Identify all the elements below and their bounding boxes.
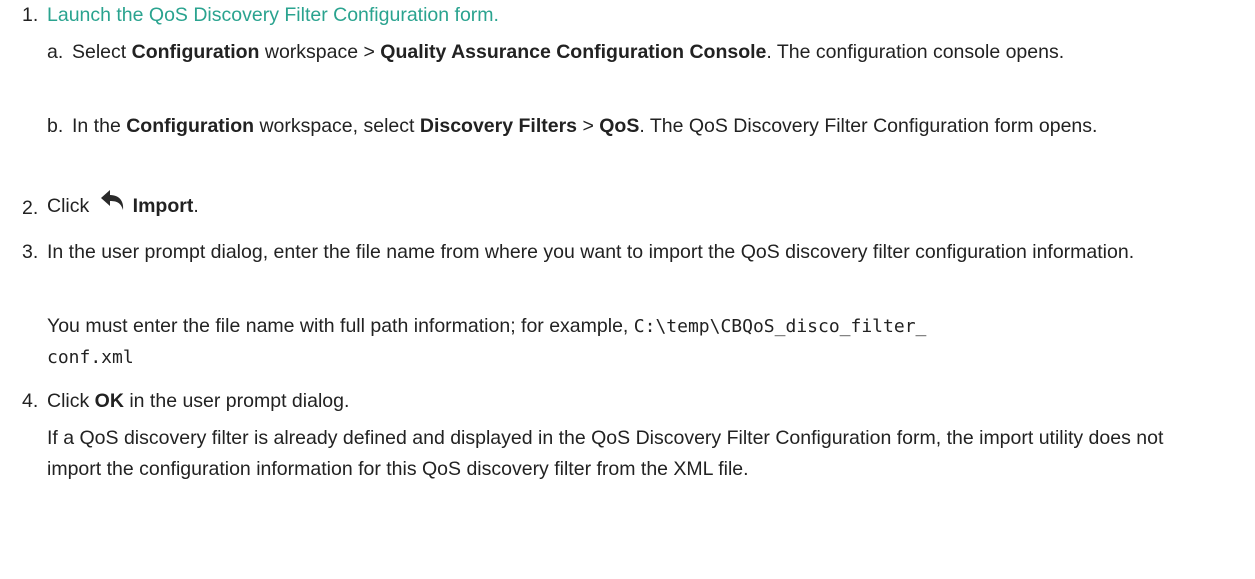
- ok-bold-label: OK: [94, 390, 124, 412]
- import-bold-label: Import: [132, 195, 194, 217]
- step-4-text-1: Click: [47, 390, 95, 412]
- substep-b-bold-discovery-filters: Discovery Filters: [419, 115, 578, 137]
- substep-a-bold-console: Quality Assurance Configuration Console: [380, 41, 767, 63]
- step-2-text: Click Import.: [47, 188, 1215, 222]
- substep-a-text-3: . The configuration console opens.: [766, 41, 1065, 63]
- file-path-code-1: C:\temp\CBQoS_disco_filter_: [633, 316, 927, 337]
- step-2-text-2: .: [193, 195, 199, 217]
- step-3-text: In the user prompt dialog, enter the fil…: [47, 241, 1135, 263]
- step-3-note-text: You must enter the file name with full p…: [47, 315, 634, 337]
- substep-b-bold-qos: QoS: [599, 115, 640, 137]
- step-1-text: Launch the QoS Discovery Filter Configur…: [47, 0, 1215, 31]
- substep-a-letter: a.: [47, 41, 64, 63]
- substep-b-text-3: >: [577, 115, 600, 137]
- step-3-number: 3.: [22, 241, 39, 263]
- substep-a-bold-configuration: Configuration: [131, 41, 260, 63]
- step-2-number: 2.: [22, 197, 39, 219]
- substep-b-text: In the Configuration workspace, select D…: [72, 111, 1225, 142]
- substep-a-text-1: Select: [72, 41, 132, 63]
- step-4-text-2: in the user prompt dialog.: [123, 390, 350, 412]
- step-4-note: If a QoS discovery filter is already def…: [47, 427, 1164, 480]
- launch-form-link[interactable]: Launch the QoS Discovery Filter Configur…: [47, 4, 499, 26]
- substep-a-text-2: workspace >: [259, 41, 381, 63]
- substep-b-bold-configuration: Configuration: [126, 115, 255, 137]
- step-4-number: 4.: [22, 390, 39, 412]
- file-path-code-2: conf.xml: [47, 347, 134, 368]
- step-4-text: Click OK in the user prompt dialog.: [47, 386, 1215, 417]
- substep-b-text-4: . The QoS Discovery Filter Configuration…: [639, 115, 1098, 137]
- substep-a-text: Select Configuration workspace > Quality…: [72, 37, 1225, 68]
- import-icon: [99, 188, 127, 214]
- substep-b-text-1: In the: [72, 115, 127, 137]
- substep-b-text-2: workspace, select: [254, 115, 420, 137]
- substep-b-letter: b.: [47, 115, 64, 137]
- step-2-text-1: Click: [47, 195, 95, 217]
- step-1-number: 1.: [22, 4, 39, 26]
- step-3-note: You must enter the file name with full p…: [47, 311, 1215, 373]
- procedure-document: 1. Launch the QoS Discovery Filter Confi…: [0, 0, 1255, 579]
